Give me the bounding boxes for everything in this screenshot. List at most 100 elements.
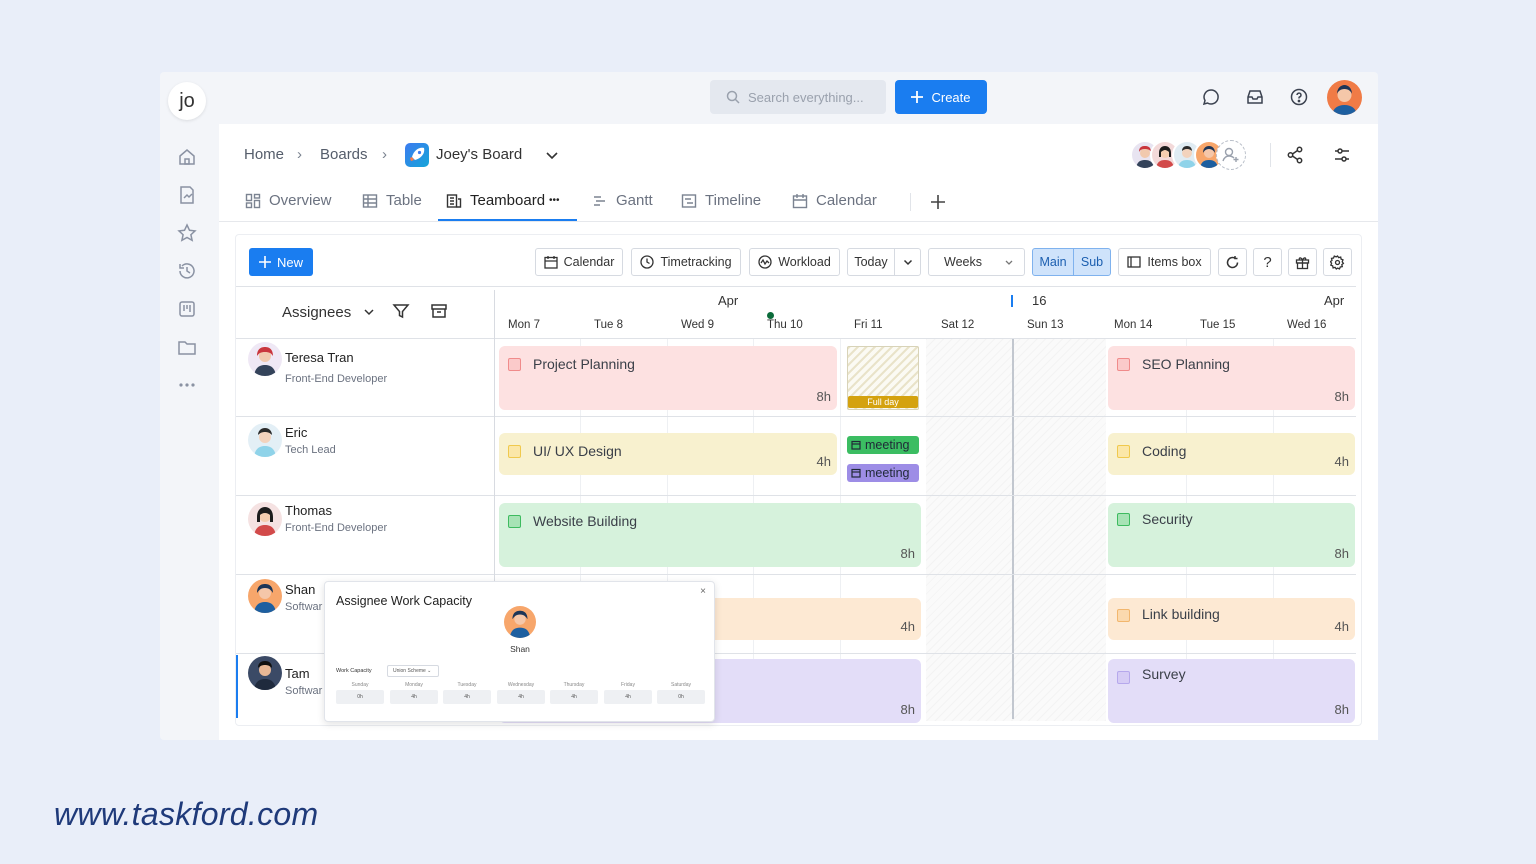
search-input[interactable]: Search everything... xyxy=(710,80,886,114)
full-day-badge: Full day xyxy=(848,396,918,408)
task-title: Survey xyxy=(1142,666,1186,682)
avatar[interactable] xyxy=(248,342,282,376)
meeting-event[interactable]: meeting xyxy=(847,464,919,482)
tab-calendar[interactable]: Calendar xyxy=(792,192,877,209)
day-header[interactable]: Mon 7 xyxy=(508,319,540,331)
assignee-name[interactable]: Tam xyxy=(285,666,310,681)
weeks-select[interactable]: Weeks xyxy=(928,248,1025,276)
tab-timeline[interactable]: Timeline xyxy=(681,192,761,209)
star-icon[interactable] xyxy=(177,223,197,243)
meeting-label: meeting xyxy=(865,466,910,480)
task-card[interactable]: Link building 4h xyxy=(1108,598,1355,640)
tab-options-icon[interactable]: ••• xyxy=(549,195,560,206)
breadcrumb-home[interactable]: Home xyxy=(244,146,284,163)
add-tab-icon[interactable] xyxy=(931,195,945,214)
tab-teamboard[interactable]: Teamboard ••• xyxy=(446,192,560,209)
day-header[interactable]: Mon 14 xyxy=(1114,319,1152,331)
task-card[interactable]: SEO Planning 8h xyxy=(1108,346,1355,410)
filter-icon[interactable] xyxy=(392,302,410,325)
inbox-icon[interactable] xyxy=(1245,87,1265,107)
meeting-event[interactable]: meeting xyxy=(847,436,919,454)
day-num: 10 xyxy=(790,319,803,331)
task-card[interactable]: Website Building 8h xyxy=(499,503,921,567)
workspace-logo[interactable]: jo xyxy=(168,82,206,120)
day-header[interactable]: Sat 12 xyxy=(941,319,974,331)
assignees-label[interactable]: Assignees xyxy=(282,304,351,321)
week-divider xyxy=(1012,339,1014,719)
timetracking-button[interactable]: Timetracking xyxy=(631,248,741,276)
refresh-icon xyxy=(1226,255,1239,268)
breadcrumb-board-name[interactable]: Joey's Board xyxy=(436,146,522,163)
create-button[interactable]: Create xyxy=(895,80,987,114)
add-member-icon[interactable] xyxy=(1216,140,1246,170)
help-button[interactable]: ? xyxy=(1253,248,1282,276)
avatar[interactable] xyxy=(248,579,282,613)
more-icon[interactable] xyxy=(177,375,197,395)
today-button[interactable]: Today xyxy=(847,248,895,276)
assignee-name[interactable]: Shan xyxy=(285,582,315,597)
task-card[interactable]: Project Planning 8h xyxy=(499,346,837,410)
task-card[interactable]: Security 8h xyxy=(1108,503,1355,567)
avatar[interactable] xyxy=(248,656,282,690)
close-icon[interactable]: × xyxy=(700,586,706,597)
task-icon xyxy=(508,445,521,458)
workload-button[interactable]: Workload xyxy=(749,248,840,276)
day-header[interactable]: Tue 15 xyxy=(1200,319,1235,331)
divider xyxy=(910,193,911,211)
filter-settings-icon[interactable] xyxy=(1332,145,1352,170)
capacity-input[interactable]: 4h xyxy=(390,690,438,704)
day-num: 15 xyxy=(1222,319,1236,331)
gift-button[interactable] xyxy=(1288,248,1317,276)
scheme-select[interactable]: Union Scheme ⌄ xyxy=(387,665,439,677)
capacity-input[interactable]: 4h xyxy=(497,690,545,704)
breadcrumb-boards[interactable]: Boards xyxy=(320,146,368,163)
capacity-input[interactable]: 0h xyxy=(336,690,384,704)
capacity-input[interactable]: 4h xyxy=(550,690,598,704)
tab-table[interactable]: Table xyxy=(362,192,422,209)
help-icon[interactable] xyxy=(1289,87,1309,107)
board-icon[interactable] xyxy=(177,299,197,319)
tab-overview[interactable]: Overview xyxy=(245,192,332,209)
main-label: Main xyxy=(1039,255,1067,269)
capacity-input[interactable]: 4h xyxy=(604,690,652,704)
avatar[interactable] xyxy=(248,502,282,536)
assignee-name[interactable]: Teresa Tran xyxy=(285,350,354,365)
day-header[interactable]: Tue 8 xyxy=(594,319,623,331)
settings-button[interactable] xyxy=(1323,248,1352,276)
task-card[interactable]: Coding 4h xyxy=(1108,433,1355,475)
new-button[interactable]: New xyxy=(249,248,313,276)
capacity-input[interactable]: 4h xyxy=(443,690,491,704)
task-card[interactable]: Survey 8h xyxy=(1108,659,1355,723)
chevron-down-icon[interactable] xyxy=(362,305,376,324)
share-icon[interactable] xyxy=(1285,145,1305,170)
today-dropdown[interactable] xyxy=(894,248,921,276)
day-dow: Mon xyxy=(1114,319,1137,331)
refresh-button[interactable] xyxy=(1218,248,1247,276)
items-box-button[interactable]: Items box xyxy=(1118,248,1211,276)
task-title: Link building xyxy=(1142,606,1220,622)
assignee-name[interactable]: Eric xyxy=(285,425,307,440)
day-header[interactable]: Fri 11 xyxy=(854,319,883,331)
history-icon[interactable] xyxy=(177,261,197,281)
home-icon[interactable] xyxy=(177,147,197,167)
assignee-name[interactable]: Thomas xyxy=(285,503,332,518)
chat-icon[interactable] xyxy=(1201,87,1221,107)
sub-toggle[interactable]: Sub xyxy=(1073,248,1111,276)
day-header[interactable]: Wed 16 xyxy=(1287,319,1326,331)
day-header[interactable]: Thu 10 xyxy=(767,319,803,331)
day-header[interactable]: Sun 13 xyxy=(1027,319,1063,331)
day-num: 14 xyxy=(1139,319,1153,331)
report-icon[interactable] xyxy=(177,185,197,205)
capacity-input[interactable]: 0h xyxy=(657,690,705,704)
day-header[interactable]: Wed 9 xyxy=(681,319,714,331)
tab-gantt[interactable]: Gantt xyxy=(592,192,653,209)
popup-person-name: Shan xyxy=(510,644,530,654)
calendar-button[interactable]: Calendar xyxy=(535,248,623,276)
folder-icon[interactable] xyxy=(177,337,197,357)
chevron-down-icon[interactable] xyxy=(545,148,559,167)
user-avatar[interactable] xyxy=(1327,80,1362,115)
archive-icon[interactable] xyxy=(430,302,448,325)
task-card[interactable]: UI/ UX Design 4h xyxy=(499,433,837,475)
main-toggle[interactable]: Main xyxy=(1032,248,1074,276)
avatar[interactable] xyxy=(248,423,282,457)
